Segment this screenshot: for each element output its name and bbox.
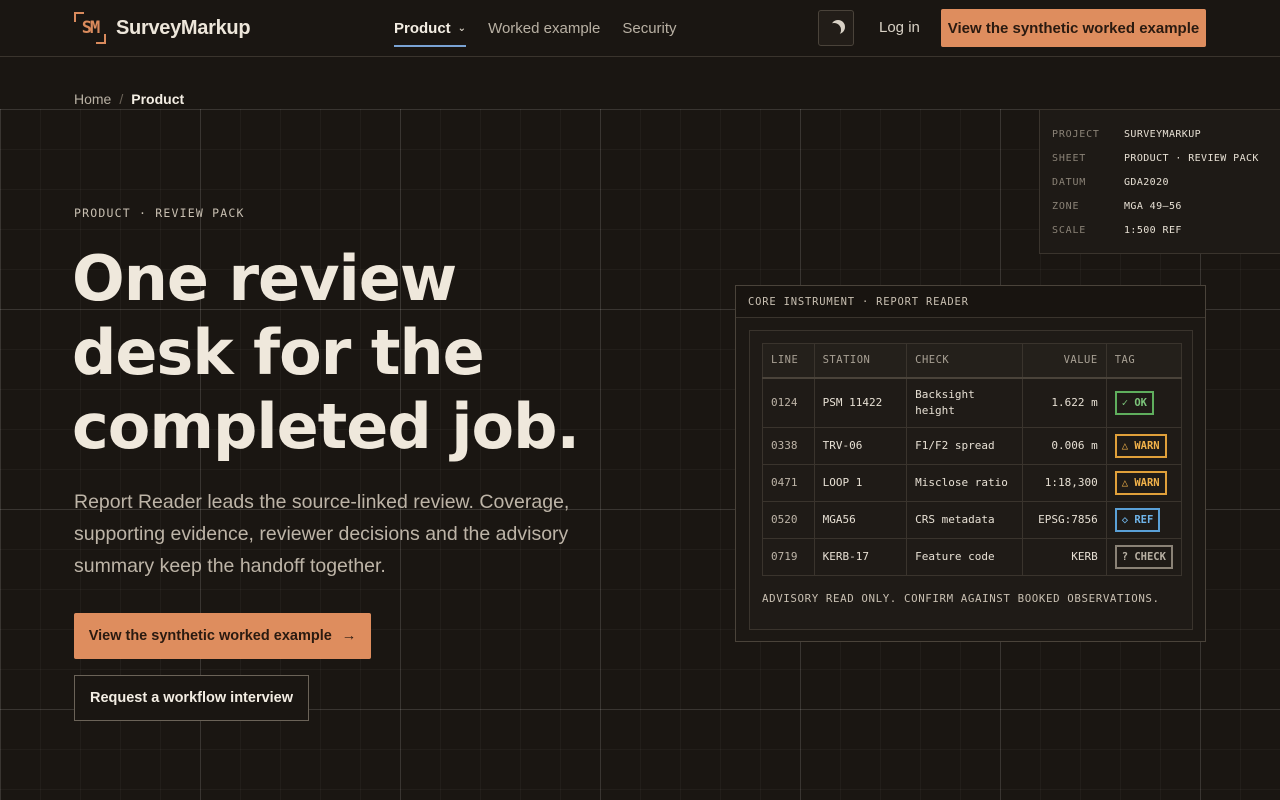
table-row[interactable]: 0124 PSM 11422 Backsight height 1.622 m … <box>762 377 1183 428</box>
nav-item-product[interactable]: Product ⌄ <box>394 0 467 57</box>
breadcrumb: Home / Product <box>74 91 184 107</box>
theme-toggle-button[interactable] <box>818 10 854 46</box>
main-nav: Product ⌄ Worked example Security <box>394 0 677 57</box>
titleblock-row-sheet: SHEET PRODUCT · REVIEW PACK <box>1052 152 1259 164</box>
titleblock-row-scale: SCALE 1:500 REF <box>1052 224 1182 236</box>
table-header-row: LINE STATION CHECK VALUE TAG <box>762 343 1183 379</box>
view-worked-example-button[interactable]: View the synthetic worked example → <box>74 613 371 659</box>
arrow-right-icon: → <box>341 628 357 644</box>
brand-logo[interactable]: SM SurveyMarkup <box>74 12 251 44</box>
table-row[interactable]: 0520 MGA56 CRS metadata EPSG:7856 ◇ REF <box>762 501 1183 539</box>
breadcrumb-separator: / <box>119 91 124 107</box>
breadcrumb-home[interactable]: Home <box>74 91 111 107</box>
status-badge: △ WARN <box>1114 434 1167 458</box>
drawing-title-block: PROJECT SURVEYMARKUP SHEET PRODUCT · REVIE… <box>1039 109 1280 254</box>
brand-name: SurveyMarkup <box>116 16 251 39</box>
panel-body: LINE STATION CHECK VALUE TAG 0124 PSM 11… <box>749 330 1193 630</box>
status-badge: ◇ REF <box>1114 508 1161 532</box>
status-badge: ✓ OK <box>1114 390 1154 415</box>
chevron-down-icon: ⌄ <box>457 23 467 34</box>
header-cta-button[interactable]: View the synthetic worked example <box>941 9 1206 47</box>
titleblock-row-zone: ZONE MGA 49–56 <box>1052 200 1182 212</box>
page-title: One review desk for the completed job. <box>72 242 580 463</box>
column-header-tag: TAG <box>1105 343 1183 379</box>
column-header-line: LINE <box>762 343 815 379</box>
nav-item-worked-example[interactable]: Worked example <box>488 0 600 57</box>
logo-mark-icon: SM <box>74 12 106 44</box>
table-row[interactable]: 0471 LOOP 1 Misclose ratio 1:18,300 △ WA… <box>762 464 1183 502</box>
status-badge: △ WARN <box>1114 471 1167 495</box>
hero-eyebrow: PRODUCT · REVIEW PACK <box>74 206 245 220</box>
table-row[interactable]: 0338 TRV-06 F1/F2 spread 0.006 m △ WARN <box>762 427 1183 465</box>
table-row[interactable]: 0719 KERB-17 Feature code KERB ? CHECK <box>762 538 1183 576</box>
moon-icon <box>827 23 841 37</box>
breadcrumb-current: Product <box>131 91 185 107</box>
column-header-station: STATION <box>813 343 908 379</box>
column-header-check: CHECK <box>906 343 1024 379</box>
observation-table: LINE STATION CHECK VALUE TAG 0124 PSM 11… <box>762 343 1183 576</box>
status-badge: ? CHECK <box>1114 545 1173 569</box>
request-interview-button[interactable]: Request a workflow interview <box>74 675 309 721</box>
panel-title: CORE INSTRUMENT · REPORT READER <box>736 286 1205 318</box>
report-reader-panel: CORE INSTRUMENT · REPORT READER LINE STA… <box>735 285 1206 642</box>
login-link[interactable]: Log in <box>879 19 920 36</box>
nav-item-security[interactable]: Security <box>622 0 676 57</box>
column-header-value: VALUE <box>1022 343 1107 379</box>
hero-description: Report Reader leads the source-linked re… <box>74 491 570 577</box>
titleblock-row-datum: DATUM GDA2020 <box>1052 176 1169 188</box>
titleblock-row-project: PROJECT SURVEYMARKUP <box>1052 128 1202 140</box>
advisory-note: ADVISORY READ ONLY. CONFIRM AGAINST BOOK… <box>762 592 1160 605</box>
top-navigation: SM SurveyMarkup Product ⌄ Worked example … <box>0 0 1280 57</box>
